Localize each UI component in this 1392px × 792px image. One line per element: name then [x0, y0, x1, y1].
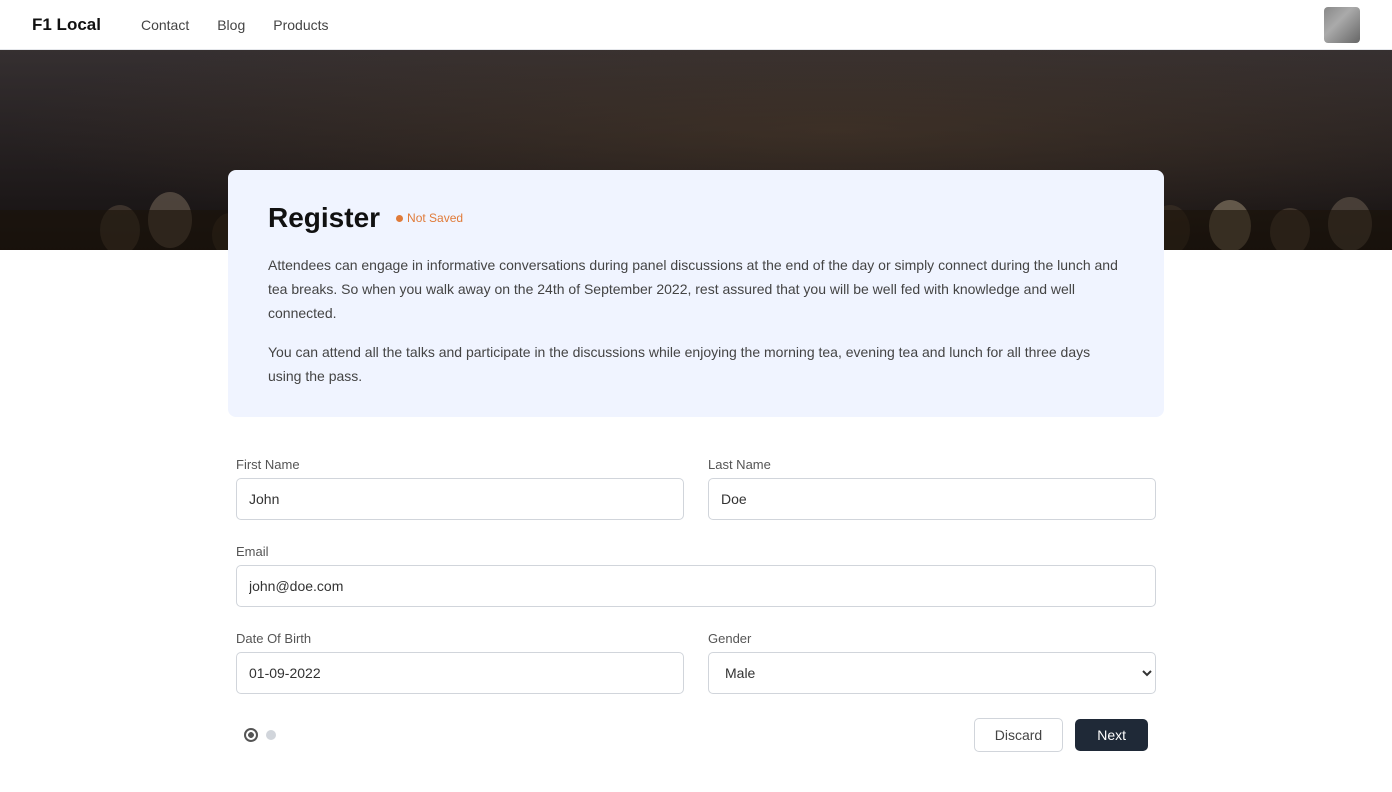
main-content: Register Not Saved Attendees can engage …: [196, 170, 1196, 792]
not-saved-label: Not Saved: [407, 211, 463, 225]
register-description: Attendees can engage in informative conv…: [268, 254, 1124, 389]
nav-links: Contact Blog Products: [141, 17, 329, 33]
email-label: Email: [236, 544, 1156, 559]
last-name-input[interactable]: [708, 478, 1156, 520]
email-row: Email: [236, 544, 1156, 607]
gender-group: Gender Male Female Other Prefer not to s…: [708, 631, 1156, 694]
avatar[interactable]: [1324, 7, 1360, 43]
discard-button[interactable]: Discard: [974, 718, 1063, 752]
nav-contact[interactable]: Contact: [141, 17, 189, 33]
nav-products[interactable]: Products: [273, 17, 328, 33]
nav-brand[interactable]: F1 Local: [32, 15, 101, 35]
last-name-group: Last Name: [708, 457, 1156, 520]
register-card: Register Not Saved Attendees can engage …: [228, 170, 1164, 417]
pagination-dot-2: [266, 730, 276, 740]
gender-label: Gender: [708, 631, 1156, 646]
gender-select[interactable]: Male Female Other Prefer not to say: [708, 652, 1156, 694]
dob-input[interactable]: [236, 652, 684, 694]
email-group: Email: [236, 544, 1156, 607]
name-row: First Name Last Name: [236, 457, 1156, 520]
pagination-dot-1: [244, 728, 258, 742]
nav-blog[interactable]: Blog: [217, 17, 245, 33]
form-footer: Discard Next: [236, 718, 1156, 752]
email-input[interactable]: [236, 565, 1156, 607]
first-name-group: First Name: [236, 457, 684, 520]
first-name-label: First Name: [236, 457, 684, 472]
dob-group: Date Of Birth: [236, 631, 684, 694]
pagination-dots: [244, 728, 276, 742]
register-header: Register Not Saved: [268, 202, 1124, 234]
last-name-label: Last Name: [708, 457, 1156, 472]
description-para-1: Attendees can engage in informative conv…: [268, 254, 1124, 325]
description-para-2: You can attend all the talks and partici…: [268, 341, 1124, 389]
not-saved-badge: Not Saved: [396, 211, 463, 225]
next-button[interactable]: Next: [1075, 719, 1148, 751]
not-saved-dot: [396, 215, 403, 222]
registration-form: First Name Last Name Email Date Of Birth…: [228, 457, 1164, 752]
navbar: F1 Local Contact Blog Products: [0, 0, 1392, 50]
dob-gender-row: Date Of Birth Gender Male Female Other P…: [236, 631, 1156, 694]
dob-label: Date Of Birth: [236, 631, 684, 646]
register-title: Register: [268, 202, 380, 234]
avatar-image: [1324, 7, 1360, 43]
first-name-input[interactable]: [236, 478, 684, 520]
